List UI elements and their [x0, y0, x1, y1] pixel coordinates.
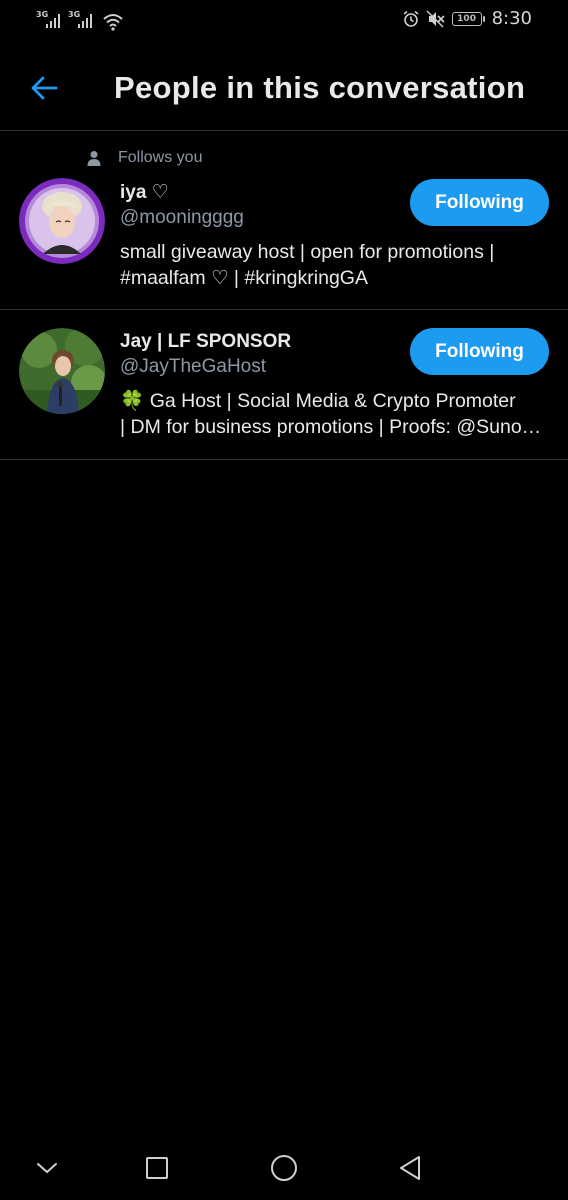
user-bio: small giveaway host | open for promotion… [120, 239, 550, 291]
status-bar: 3G 3G 100 8:30 [0, 0, 568, 44]
user-row[interactable]: Jay | LF SPONSOR @JayTheGaHost 🍀 Ga Host… [0, 310, 568, 460]
status-left: 3G 3G [36, 10, 124, 32]
nav-home-button[interactable] [264, 1148, 304, 1188]
battery-level: 100 [457, 13, 476, 24]
battery-icon: 100 [451, 11, 485, 26]
wifi-icon [103, 14, 123, 31]
mute-icon [426, 10, 445, 27]
alarm-icon [403, 10, 419, 27]
clock: 8:30 [491, 8, 532, 29]
back-button[interactable] [24, 68, 64, 108]
following-button[interactable]: Following [410, 328, 549, 375]
bio-line: small giveaway host | open for promotion… [120, 241, 495, 263]
square-recents-icon [146, 1157, 168, 1179]
follows-you-indicator: Follows you [86, 149, 202, 167]
cell-signal-1-icon: 3G [36, 10, 64, 32]
user-bio: 🍀 Ga Host | Social Media & Crypto Promot… [120, 388, 550, 440]
bio-line: #maalfam ♡ | #kringkringGA [120, 267, 368, 289]
nav-recents-button[interactable] [137, 1148, 177, 1188]
avatar[interactable] [19, 178, 105, 264]
page-title: People in this conversation [114, 70, 526, 105]
triangle-back-icon [400, 1156, 420, 1180]
chevron-down-icon [37, 1163, 57, 1174]
arrow-left-icon [31, 76, 58, 100]
bio-line: 🍀 Ga Host | Social Media & Crypto Promot… [120, 390, 516, 412]
following-button[interactable]: Following [410, 179, 549, 226]
status-right: 100 8:30 [402, 8, 532, 29]
user-row[interactable]: Follows you iya ♡ @mooningggg small give… [0, 131, 568, 310]
follows-you-label: Follows you [118, 149, 203, 166]
bio-line: | DM for business promotions | Proofs: @… [120, 416, 542, 438]
circle-home-icon [271, 1155, 297, 1181]
cell-signal-2-icon: 3G [68, 10, 96, 32]
nav-down-button[interactable] [27, 1148, 67, 1188]
header: People in this conversation [0, 44, 568, 131]
system-nav-bar [0, 1136, 568, 1200]
person-icon [87, 151, 101, 166]
avatar[interactable] [19, 328, 105, 414]
nav-back-button[interactable] [390, 1148, 430, 1188]
